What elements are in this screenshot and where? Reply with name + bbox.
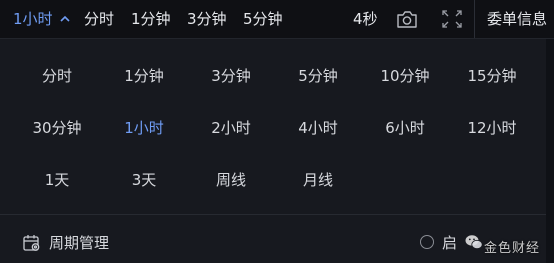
calendar-settings-icon[interactable] [22, 233, 42, 253]
period-option[interactable]: 周线 [196, 168, 266, 192]
chevron-up-icon[interactable] [58, 12, 72, 26]
period-option[interactable]: 分时 [22, 64, 92, 88]
quick-period-5min[interactable]: 5分钟 [243, 9, 283, 29]
period-option[interactable]: 月线 [283, 168, 353, 192]
period-option[interactable]: 4小时 [283, 116, 353, 140]
period-option[interactable]: 30分钟 [22, 116, 92, 140]
quick-period-timeshare[interactable]: 分时 [84, 9, 114, 29]
toolbar: 1小时 分时 1分钟 3分钟 5分钟 4秒 委单信息 [0, 0, 554, 39]
period-option[interactable]: 12小时 [457, 116, 527, 140]
countdown-text: 4秒 [353, 10, 378, 28]
period-option[interactable]: 15分钟 [457, 64, 527, 88]
quick-period-3min[interactable]: 3分钟 [187, 9, 227, 29]
period-option[interactable]: 2小时 [196, 116, 266, 140]
period-option[interactable]: 1分钟 [109, 64, 179, 88]
period-option[interactable]: 5分钟 [283, 64, 353, 88]
period-manage-button[interactable]: 周期管理 [49, 233, 109, 253]
order-info-tab[interactable]: 委单信息 [487, 9, 547, 29]
option-radio[interactable] [420, 235, 434, 249]
period-option[interactable]: 10分钟 [370, 64, 440, 88]
option-radio-label[interactable]: 启 [442, 233, 457, 253]
chart-edge [546, 39, 554, 263]
current-period-dropdown[interactable]: 1小时 [13, 9, 53, 29]
period-option-selected[interactable]: 1小时 [109, 116, 179, 140]
quick-period-1min[interactable]: 1分钟 [131, 9, 171, 29]
watermark-text: 金色财经 [484, 241, 541, 256]
expand-icon[interactable] [440, 8, 464, 30]
camera-icon[interactable] [395, 8, 419, 30]
panel-divider [0, 214, 546, 215]
period-option[interactable]: 6小时 [370, 116, 440, 140]
chart-toolbar-app: 1小时 分时 1分钟 3分钟 5分钟 4秒 委单信息 分时 1分钟 3分钟 5分… [0, 0, 554, 263]
period-option[interactable]: 3分钟 [196, 64, 266, 88]
period-option[interactable]: 3天 [109, 168, 179, 192]
period-option[interactable]: 1天 [22, 168, 92, 192]
toolbar-divider [474, 0, 475, 38]
wechat-icon [465, 235, 483, 250]
period-dropdown-panel: 分时 1分钟 3分钟 5分钟 10分钟 15分钟 30分钟 1小时 2小时 4小… [0, 39, 546, 263]
